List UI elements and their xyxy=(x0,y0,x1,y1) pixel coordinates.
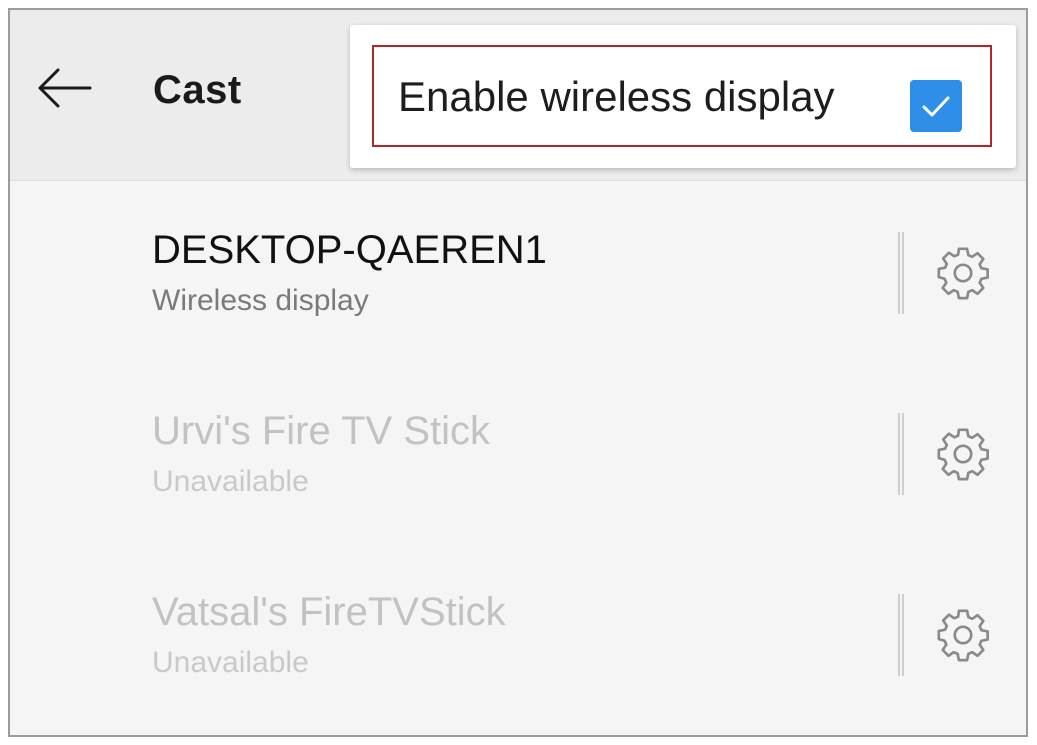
divider xyxy=(898,232,904,314)
device-name: Vatsal's FireTVStick xyxy=(152,590,506,634)
device-row[interactable]: Vatsal's FireTVStick Unavailable xyxy=(10,590,1026,710)
divider xyxy=(898,413,904,495)
gear-icon xyxy=(937,609,989,662)
device-status: Wireless display xyxy=(152,284,369,317)
back-button[interactable] xyxy=(36,68,92,108)
arrow-left-icon xyxy=(38,68,92,108)
device-status: Unavailable xyxy=(152,646,309,679)
gear-icon xyxy=(937,247,989,300)
overflow-menu-popup: Enable wireless display xyxy=(350,25,1016,168)
device-status: Unavailable xyxy=(152,465,309,498)
enable-wireless-display-label[interactable]: Enable wireless display xyxy=(398,73,835,121)
device-row[interactable]: Urvi's Fire TV Stick Unavailable xyxy=(10,409,1026,529)
enable-wireless-display-checkbox[interactable] xyxy=(910,80,962,132)
device-name: DESKTOP-QAEREN1 xyxy=(152,228,547,272)
device-name: Urvi's Fire TV Stick xyxy=(152,409,491,453)
page-title: Cast xyxy=(153,68,242,112)
device-row[interactable]: DESKTOP-QAEREN1 Wireless display xyxy=(10,228,1026,348)
device-settings-button[interactable] xyxy=(934,244,992,302)
screen-frame: Cast Enable wireless display DESKTOP-QAE… xyxy=(8,8,1028,737)
checkmark-icon xyxy=(922,96,950,117)
device-settings-button[interactable] xyxy=(934,425,992,483)
device-settings-button[interactable] xyxy=(934,606,992,664)
divider xyxy=(898,594,904,676)
gear-icon xyxy=(937,428,989,481)
